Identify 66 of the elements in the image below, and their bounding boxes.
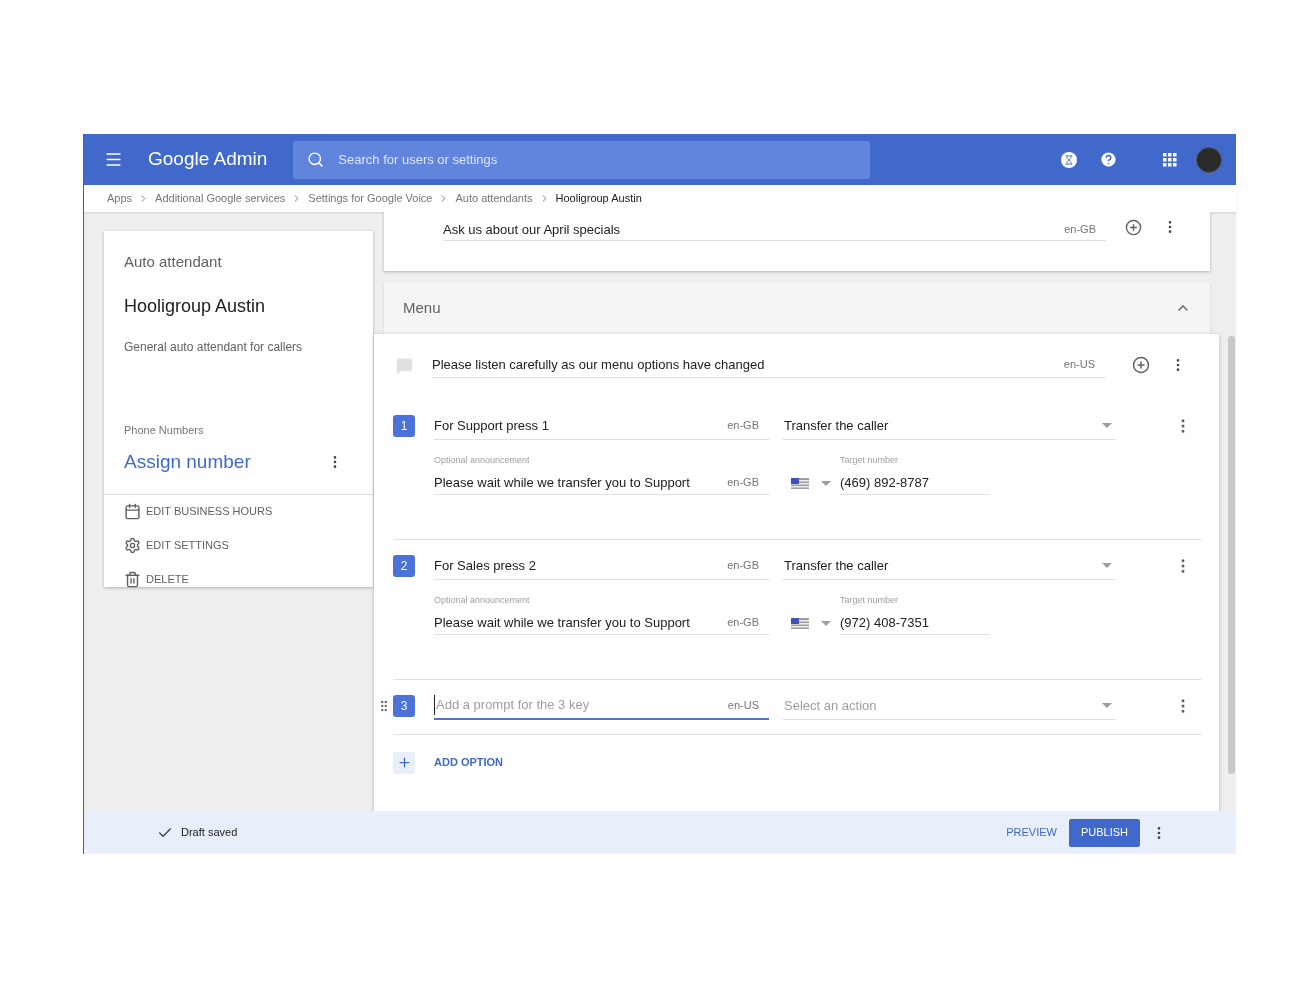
preview-button[interactable]: PREVIEW [1000,818,1063,847]
action-dropdown[interactable]: Transfer the caller [783,552,1116,580]
save-status: Draft saved [181,825,238,841]
card-action[interactable]: EDIT SETTINGS [124,536,373,555]
breadcrumb-link[interactable]: Hooligroup Austin [555,190,642,207]
language-code: en-GB [727,418,759,434]
menu-icon[interactable] [104,150,123,169]
add-circle-icon[interactable] [1132,356,1150,374]
help-icon[interactable] [1099,150,1119,169]
phone-numbers-label: Phone Numbers [124,422,205,438]
language-code: en-GB [727,475,759,491]
dropdown-caret-icon[interactable] [821,480,831,486]
breadcrumb-link[interactable]: Additional Google services [155,190,286,207]
dropdown-caret-icon[interactable] [1102,423,1112,428]
add-option-button[interactable] [393,751,415,774]
assign-number-link[interactable]: Assign number [124,448,251,477]
target-number-field[interactable]: (972) 408-7351 [840,611,990,635]
key-number: 3 [393,695,415,717]
add-option-link[interactable]: ADD OPTION [434,754,504,771]
app-title: Google Admin [148,147,268,172]
breadcrumb-link[interactable]: Auto attendants [455,190,533,207]
flag-icon [791,477,809,489]
prompt-field[interactable]: For Sales press 2 en-GB [434,552,769,580]
message-icon [396,356,413,374]
attendant-description: General auto attendant for callers [124,338,304,356]
breadcrumb-link[interactable]: Apps [107,190,133,207]
field-label: Optional announcement [434,453,531,467]
field-label: Optional announcement [434,593,531,607]
key-number: 2 [393,555,415,577]
action-dropdown[interactable]: Transfer the caller [783,412,1116,440]
announcement-field[interactable]: Please wait while we transfer you to Support en-GB [434,471,769,495]
breadcrumb-link[interactable]: Settings for Google Voice [308,190,433,207]
dropdown-caret-icon[interactable] [1102,703,1112,708]
language-code: en-US [727,697,759,713]
dropdown-caret-icon[interactable] [1102,563,1112,568]
card-action[interactable]: EDIT BUSINESS HOURS [124,502,373,521]
scrollbar[interactable] [1228,336,1235,774]
calendar-icon [124,503,141,520]
attendant-name: Hooligroup Austin [124,294,267,318]
plus-icon [396,755,412,770]
search-icon[interactable] [307,151,325,168]
field-label: Target number [840,453,900,467]
dropdown-caret-icon[interactable] [821,620,831,626]
greeting-field[interactable]: Please listen carefully as our menu options have changed en-US [432,352,1105,378]
gear-icon [124,537,141,554]
prompt-field[interactable]: Ask us about our April specials en-GB [443,219,1106,241]
prompt-field[interactable]: For Support press 1 en-GB [434,412,769,440]
language-code: en-GB [727,615,759,631]
trash-icon [124,571,141,588]
key-number: 1 [393,415,415,437]
hourglass-icon[interactable] [1061,151,1078,168]
menu-header[interactable]: Menu [384,282,1210,334]
apps-grid-icon[interactable] [1163,152,1178,167]
announcement-field[interactable]: Please wait while we transfer you to Support en-GB [434,611,769,635]
field-label: Target number [840,593,900,607]
add-circle-icon[interactable] [1125,219,1142,236]
language-code: en-GB [1064,222,1096,238]
language-code: en-GB [727,558,759,574]
language-code: en-US [1063,357,1095,373]
target-number-field[interactable]: (469) 892-8787 [840,471,990,495]
prompt-field[interactable]: Add a prompt for the 3 key en-US [434,692,769,720]
card-label: Auto attendant [124,252,223,272]
card-action[interactable]: DELETE [124,570,373,589]
publish-button[interactable]: PUBLISH [1068,818,1140,847]
flag-icon [791,617,809,629]
avatar[interactable] [1196,146,1223,173]
